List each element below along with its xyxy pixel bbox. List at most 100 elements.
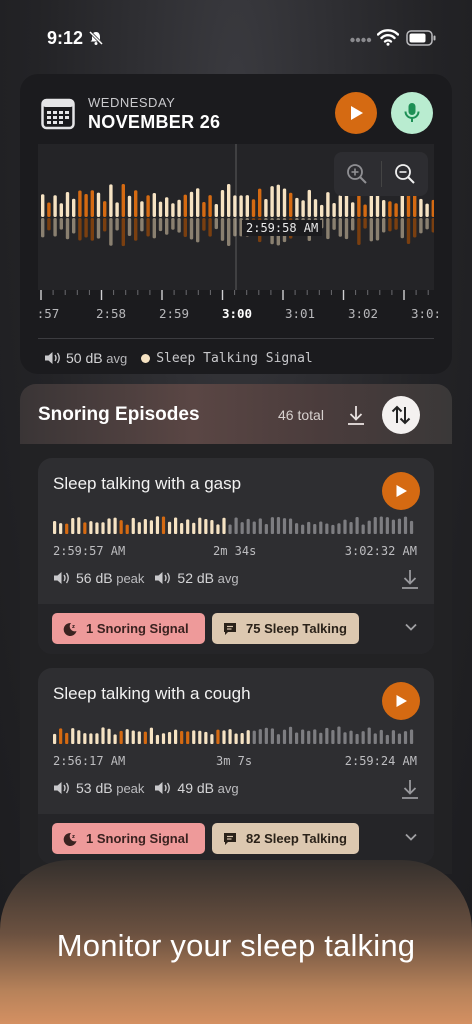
waveform-bar-bottom (47, 218, 51, 231)
episode-card[interactable]: Sleep talking with a gasp 2:59:57 AM 2m … (38, 458, 434, 654)
episode-wave-bar (222, 517, 226, 534)
waveform-bar-bottom (127, 218, 132, 237)
zoom-controls (334, 152, 428, 196)
calendar-icon[interactable] (41, 98, 75, 130)
episode-wave-bar (216, 524, 220, 534)
episode-wave-bar (83, 733, 87, 744)
episode-wave-bar (252, 730, 256, 744)
episode-wave-bar (234, 733, 238, 744)
episode-wave-bar (71, 728, 75, 744)
waveform-view[interactable]: 2:59:58 AM (38, 144, 434, 290)
episode-wave-bar (385, 517, 389, 534)
episode-wave-bar (228, 729, 232, 744)
zoom-in-button[interactable] (334, 152, 381, 196)
waveform-bar-bottom (183, 218, 187, 238)
episode-wave-bar (331, 729, 335, 744)
episode-wave-bar (337, 726, 341, 744)
legend-signal-label: Sleep Talking Signal (156, 350, 313, 366)
episode-wave-bar (113, 517, 117, 534)
waveform-bar-bottom (72, 218, 76, 234)
sleep-talking-chip[interactable]: 75 Sleep Talking (212, 613, 359, 644)
waveform-bar-top (363, 204, 367, 217)
waveform-bar-bottom (419, 218, 423, 234)
episode-wave-bar (240, 522, 244, 534)
microphone-button[interactable] (391, 92, 433, 134)
episode-wave-bar (192, 730, 196, 744)
battery-icon (406, 30, 436, 46)
episode-wave-bar (288, 726, 293, 744)
waveform-bar-top (227, 183, 231, 217)
episode-avg-value: 52 dB (177, 570, 215, 586)
tick-label: 3:02 (347, 306, 379, 321)
sleep-talking-chip[interactable]: 82 Sleep Talking (212, 823, 359, 854)
episode-card[interactable]: Sleep talking with a cough 2:56:17 AM 3m… (38, 668, 434, 864)
waveform-bar-bottom (425, 218, 429, 230)
episode-wave-bar (125, 524, 129, 534)
zoom-out-button[interactable] (381, 152, 428, 196)
episode-wave-bar (59, 728, 63, 744)
episode-stats: 53 dB peak 49 dB avg (53, 780, 239, 796)
sort-button[interactable] (382, 396, 420, 434)
episode-wave-bar (240, 733, 244, 744)
waveform-bar-bottom (220, 218, 225, 241)
snoring-signal-chip[interactable]: z 1 Snoring Signal (52, 613, 205, 644)
promo-banner: Monitor your sleep talking (0, 860, 472, 1024)
episode-wave-bar (186, 519, 190, 534)
waveform-bar-top (382, 199, 386, 217)
episode-play-button[interactable] (382, 472, 420, 510)
episode-wave-bar (379, 729, 383, 744)
waveform-bar-top (301, 200, 305, 217)
waveform-bar-bottom (227, 218, 231, 247)
episode-wave-bar (319, 521, 323, 534)
episode-wave-bar (125, 729, 129, 744)
episodes-title: Snoring Episodes (38, 404, 200, 425)
episode-wave-bar (397, 518, 402, 534)
episode-avg-unit: avg (217, 570, 239, 586)
download-icon[interactable] (400, 778, 420, 800)
episode-wave-bar (95, 733, 99, 744)
play-recording-button[interactable] (335, 92, 377, 134)
download-icon[interactable] (400, 568, 420, 590)
episode-wave-bar (325, 523, 329, 534)
status-time: 9:12 (47, 28, 84, 48)
episode-wave-bar (119, 730, 123, 744)
episode-wave-bar (349, 730, 353, 744)
episode-start-time: 2:56:17 AM (53, 754, 126, 768)
tick-label: 3:0: (410, 306, 442, 321)
play-icon (396, 485, 407, 497)
episode-wave-bar (155, 734, 160, 744)
wifi-icon (377, 29, 399, 46)
episode-wave-bar (403, 731, 408, 744)
waveform-bar-bottom (158, 218, 163, 232)
snoring-signal-chip[interactable]: z 1 Snoring Signal (52, 823, 205, 854)
banner-text: Monitor your sleep talking (56, 928, 416, 963)
episode-wave-bar (264, 523, 268, 534)
waveform-bar-top (127, 195, 132, 217)
episode-title: Sleep talking with a gasp (53, 474, 242, 493)
waveform-bar-top (109, 184, 113, 217)
svg-text:z: z (72, 834, 75, 840)
waveform-bar-bottom (351, 218, 355, 231)
episode-wave-bar (409, 729, 414, 744)
waveform-bar-top (282, 188, 287, 217)
episode-waveform (53, 516, 414, 534)
episode-wave-bar (77, 730, 81, 744)
episode-wave-bar (101, 727, 105, 744)
episode-wave-bar (258, 729, 262, 744)
waveform-bar-top (103, 201, 107, 217)
snoring-chip-label: 1 Snoring Signal (86, 621, 189, 636)
chevron-down-icon[interactable] (404, 622, 418, 632)
waveform-bar-top (146, 195, 150, 217)
episode-wave-bar (59, 523, 63, 534)
episode-wave-bar (337, 523, 341, 534)
waveform-bar-top (313, 199, 318, 217)
waveform-bar-bottom (140, 218, 144, 232)
episode-play-button[interactable] (382, 682, 420, 720)
tick-label: 2:58 (95, 306, 127, 321)
waveform-bar-bottom (41, 218, 45, 238)
episode-wave-bar (89, 521, 93, 534)
waveform-bar-top (264, 199, 268, 217)
episode-wave-bar (107, 728, 111, 744)
chevron-down-icon[interactable] (404, 832, 418, 842)
download-all-icon[interactable] (345, 404, 367, 426)
